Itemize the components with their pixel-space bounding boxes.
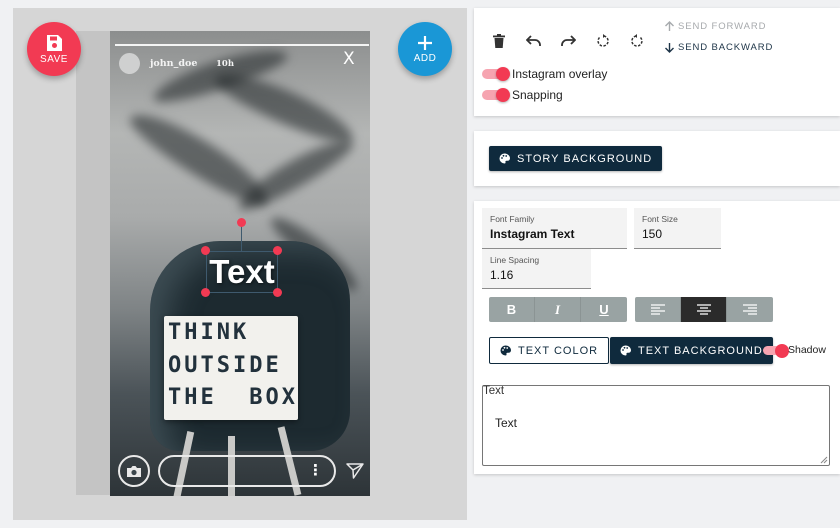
send-icon[interactable] bbox=[346, 462, 364, 480]
rotate-handle[interactable] bbox=[237, 218, 246, 227]
canvas-margin bbox=[76, 31, 110, 495]
redo-button[interactable] bbox=[557, 30, 579, 52]
app-root: john_doe 10h X THINK OUTSIDE THE BOX Tex… bbox=[0, 0, 840, 528]
lightbox-line: OUTSIDE bbox=[168, 353, 282, 378]
rotate-left-button[interactable] bbox=[592, 30, 614, 52]
palette-icon bbox=[499, 153, 510, 164]
line-spacing-value: 1.16 bbox=[490, 268, 514, 282]
font-size-value: 150 bbox=[642, 227, 663, 241]
font-size-label: Font Size bbox=[642, 214, 678, 224]
align-center-button[interactable] bbox=[681, 297, 727, 322]
font-size-field[interactable]: Font Size 150 bbox=[634, 208, 721, 249]
text-color-label: TEXT COLOR bbox=[518, 344, 599, 357]
background-leaf bbox=[232, 130, 358, 218]
line-spacing-field[interactable]: Line Spacing 1.16 bbox=[482, 249, 591, 289]
align-right-icon bbox=[743, 303, 757, 315]
save-icon bbox=[47, 34, 62, 51]
italic-label: I bbox=[554, 301, 561, 317]
underline-label: U bbox=[599, 302, 609, 317]
message-input[interactable]: ⋮ bbox=[158, 455, 336, 487]
undo-icon bbox=[526, 35, 541, 46]
instagram-overlay-label: Instagram overlay bbox=[512, 67, 608, 81]
resize-handle-top-right[interactable] bbox=[273, 246, 282, 255]
resize-grip-icon[interactable] bbox=[820, 456, 828, 464]
text-content-label: Text bbox=[483, 385, 505, 397]
toolbar-panel: SEND FORWARD SEND BACKWARD Instagram ove… bbox=[474, 8, 840, 116]
palette-icon bbox=[500, 345, 511, 356]
redo-icon bbox=[561, 35, 576, 46]
snapping-label: Snapping bbox=[512, 88, 563, 102]
font-family-value: Instagram Text bbox=[490, 227, 575, 241]
story-preview[interactable]: john_doe 10h X THINK OUTSIDE THE BOX Tex… bbox=[110, 31, 370, 496]
font-family-field[interactable]: Font Family Instagram Text bbox=[482, 208, 627, 249]
save-button[interactable]: SAVE bbox=[27, 22, 81, 76]
rotate-right-icon bbox=[631, 34, 643, 47]
align-left-icon bbox=[650, 303, 665, 315]
close-story-button[interactable]: X bbox=[343, 49, 355, 69]
story-background-label: STORY BACKGROUND bbox=[517, 152, 653, 165]
text-align-group bbox=[635, 297, 773, 322]
rotate-left-icon bbox=[597, 34, 609, 47]
align-center-icon bbox=[696, 303, 711, 315]
underline-button[interactable]: U bbox=[581, 297, 627, 322]
send-forward-label: SEND FORWARD bbox=[678, 21, 767, 32]
story-progress-bar bbox=[115, 44, 369, 46]
add-label: ADD bbox=[413, 52, 437, 64]
font-family-label: Font Family bbox=[490, 214, 535, 224]
instagram-overlay-toggle[interactable] bbox=[482, 67, 510, 81]
lightbox-line: THE BOX bbox=[168, 385, 298, 410]
snapping-toggle[interactable] bbox=[482, 88, 510, 102]
camera-button[interactable] bbox=[118, 455, 150, 487]
toggle-knob bbox=[496, 67, 510, 81]
avatar bbox=[119, 53, 140, 74]
send-forward-button[interactable]: SEND FORWARD bbox=[664, 21, 766, 32]
text-background-label: TEXT BACKGROUND bbox=[638, 344, 763, 357]
send-backward-button[interactable]: SEND BACKWARD bbox=[664, 42, 773, 53]
lightbox-sign: THINK OUTSIDE THE BOX bbox=[164, 316, 298, 420]
palette-icon bbox=[620, 345, 631, 356]
shadow-label: Shadow bbox=[788, 344, 826, 356]
resize-handle-bottom-right[interactable] bbox=[273, 288, 282, 297]
line-spacing-label: Line Spacing bbox=[490, 255, 540, 265]
add-button[interactable]: ADD bbox=[398, 22, 452, 76]
resize-handle-bottom-left[interactable] bbox=[201, 288, 210, 297]
camera-icon bbox=[127, 465, 141, 477]
undo-button[interactable] bbox=[523, 30, 545, 52]
send-backward-label: SEND BACKWARD bbox=[678, 42, 774, 53]
resize-handle-top-left[interactable] bbox=[201, 246, 210, 255]
align-left-button[interactable] bbox=[635, 297, 681, 322]
lightbox-line: THINK bbox=[168, 320, 250, 345]
text-content-input[interactable]: Text Text bbox=[482, 385, 830, 466]
align-right-button[interactable] bbox=[727, 297, 773, 322]
story-background-button[interactable]: STORY BACKGROUND bbox=[489, 146, 663, 171]
italic-button[interactable]: I bbox=[535, 297, 581, 322]
arrow-up-icon bbox=[665, 21, 674, 31]
toggle-knob bbox=[775, 343, 789, 358]
arrow-down-icon bbox=[665, 43, 674, 53]
story-time: 10h bbox=[216, 59, 235, 69]
bold-label: B bbox=[506, 302, 517, 317]
editor-canvas: john_doe 10h X THINK OUTSIDE THE BOX Tex… bbox=[13, 8, 467, 520]
background-panel: STORY BACKGROUND bbox=[474, 131, 840, 186]
text-background-button[interactable]: TEXT BACKGROUND bbox=[610, 337, 773, 364]
bold-button[interactable]: B bbox=[489, 297, 535, 322]
background-leaf bbox=[209, 61, 361, 153]
more-icon[interactable]: ⋮ bbox=[308, 463, 323, 478]
plus-icon bbox=[418, 35, 432, 50]
text-color-button[interactable]: TEXT COLOR bbox=[489, 337, 610, 364]
text-properties-panel: Font Family Instagram Text Font Size 150… bbox=[474, 201, 840, 474]
rotate-right-button[interactable] bbox=[626, 30, 648, 52]
overlay-text-element[interactable]: Text bbox=[206, 249, 278, 295]
shadow-toggle[interactable] bbox=[763, 343, 789, 358]
story-username: john_doe bbox=[150, 58, 198, 69]
toggle-knob bbox=[496, 88, 510, 102]
text-style-group: B I U bbox=[489, 297, 627, 322]
delete-icon bbox=[493, 34, 505, 48]
text-content-value: Text bbox=[495, 416, 518, 430]
save-label: SAVE bbox=[40, 53, 68, 65]
delete-button[interactable] bbox=[488, 30, 510, 52]
